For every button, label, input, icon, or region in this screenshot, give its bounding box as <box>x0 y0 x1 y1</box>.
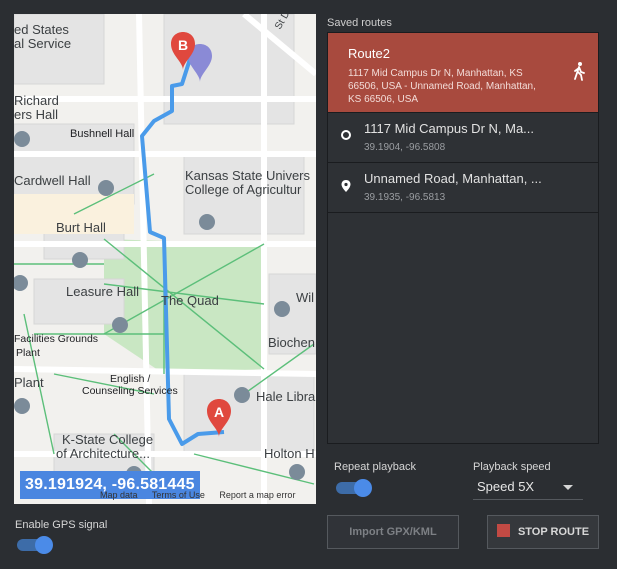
graduation-cap-icon <box>14 131 30 147</box>
playback-speed-select[interactable]: Speed 5X <box>473 476 583 500</box>
route-item[interactable]: 1117 Mid Campus Dr N, Ma... 39.1904, -96… <box>328 113 598 163</box>
stop-route-button[interactable]: STOP ROUTE <box>487 515 599 549</box>
playback-speed-value: Speed 5X <box>477 479 535 494</box>
map-label: ers Hall <box>14 107 58 122</box>
map-label: K-State College <box>62 432 153 447</box>
map-label: Counseling Services <box>82 385 178 397</box>
graduation-cap-icon <box>14 398 30 414</box>
map-label: Richard <box>14 93 59 108</box>
stop-route-label: STOP ROUTE <box>517 526 590 538</box>
map-label: Bushnell Hall <box>70 128 134 140</box>
map-label: al Service <box>14 36 71 51</box>
gps-label: Enable GPS signal <box>15 519 108 531</box>
marker-b-label: B <box>178 37 188 53</box>
map-label: Facilities Grounds <box>14 333 98 345</box>
route-item-title: Unnamed Road, Manhattan, ... <box>364 171 542 186</box>
map-label: Leasure Hall <box>66 284 139 299</box>
circle-icon <box>341 130 351 140</box>
map-label: The Quad <box>161 293 219 308</box>
map-label: ed States <box>14 22 69 37</box>
route-item[interactable]: Unnamed Road, Manhattan, ... 39.1935, -9… <box>328 163 598 213</box>
gps-toggle-knob <box>35 536 53 554</box>
map-label: Burt Hall <box>56 220 106 235</box>
report-map-error-link[interactable]: Report a map error <box>219 490 295 500</box>
chevron-down-icon <box>563 485 573 490</box>
graduation-cap-icon <box>72 252 88 268</box>
graduation-cap-icon <box>14 275 28 291</box>
map-label: English / <box>110 373 150 385</box>
import-gpx-kml-button[interactable]: Import GPX/KML <box>327 515 459 549</box>
route-address: 1117 Mid Campus Dr N, Manhattan, KS 6650… <box>348 68 536 105</box>
repeat-playback-label: Repeat playback <box>334 461 416 473</box>
map-label: of Architecture... <box>56 446 150 461</box>
map-label: Holton H <box>264 446 315 461</box>
repeat-toggle-knob <box>354 479 372 497</box>
saved-routes-list: Route2 1117 Mid Campus Dr N, Manhattan, … <box>327 32 599 444</box>
route-item-title: 1117 Mid Campus Dr N, Ma... <box>364 121 535 136</box>
route-item-coords: 39.1935, -96.5813 <box>364 192 446 203</box>
map-canvas[interactable]: B A ed States al Service Richard ers Hal… <box>14 14 316 504</box>
graduation-cap-icon <box>98 180 114 196</box>
library-book-icon <box>234 387 250 403</box>
map-label: College of Agricultur <box>185 182 302 197</box>
saved-routes-label: Saved routes <box>327 17 392 29</box>
map-data-link[interactable]: Map data <box>100 490 138 500</box>
map-label: Wil <box>296 290 314 305</box>
route-item-coords: 39.1904, -96.5808 <box>364 142 446 153</box>
playback-speed-label: Playback speed <box>473 461 551 473</box>
map-label: Kansas State Univers <box>185 168 311 183</box>
map-label: Cardwell Hall <box>14 173 91 188</box>
repeat-playback-toggle[interactable] <box>336 479 372 497</box>
location-pin-icon <box>341 180 351 192</box>
graduation-cap-icon <box>289 464 305 480</box>
map-view[interactable]: B A ed States al Service Richard ers Hal… <box>14 14 316 504</box>
graduation-cap-icon <box>112 317 128 333</box>
map-label: Biochen <box>268 335 315 350</box>
map-footer: Map data Terms of Use Report a map error <box>100 490 307 500</box>
route-item-active[interactable]: Route2 1117 Mid Campus Dr N, Manhattan, … <box>328 33 598 113</box>
walking-person-icon <box>574 62 585 81</box>
graduation-cap-icon <box>274 301 290 317</box>
map-label: Plant <box>14 375 44 390</box>
map-label: Hale Libra <box>256 389 316 404</box>
route-name: Route2 <box>348 46 390 61</box>
marker-a-label: A <box>214 404 224 420</box>
stop-square-icon <box>496 524 510 537</box>
terms-link[interactable]: Terms of Use <box>152 490 205 500</box>
graduation-cap-icon <box>199 214 215 230</box>
map-label: Plant <box>16 347 40 359</box>
gps-toggle[interactable] <box>17 536 53 554</box>
